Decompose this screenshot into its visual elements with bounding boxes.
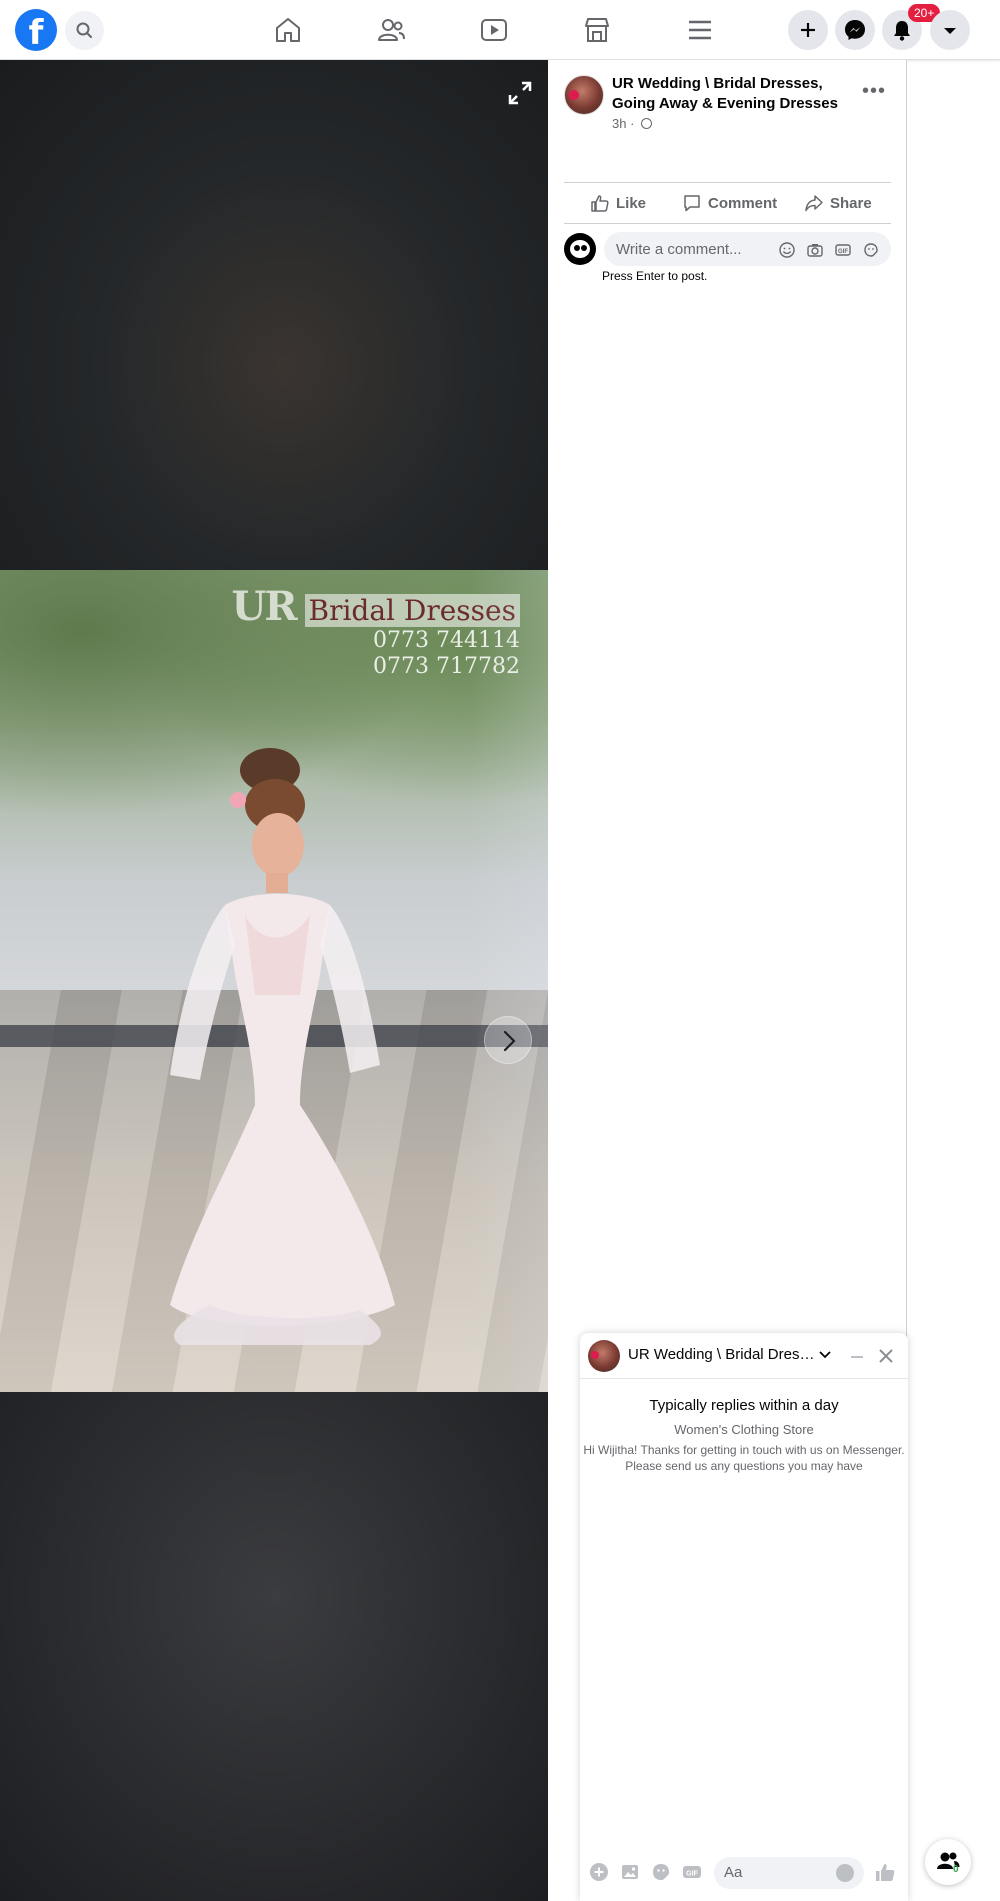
chat-page-category: Women's Clothing Store xyxy=(674,1422,814,1437)
svg-text:GIF: GIF xyxy=(838,249,848,255)
facebook-logo[interactable]: f xyxy=(15,9,57,51)
gif-icon[interactable]: GIF xyxy=(681,1861,703,1883)
messenger-chat-window: UR Wedding \ Bridal Dresses, Going Away … xyxy=(580,1333,908,1901)
globe-icon xyxy=(641,118,653,129)
expand-icon[interactable] xyxy=(504,77,536,109)
blurred-background-bottom xyxy=(0,1392,548,1901)
messenger-button[interactable] xyxy=(835,10,875,50)
divider-top xyxy=(564,182,891,183)
svg-text:GIF: GIF xyxy=(686,1871,698,1878)
post-time[interactable]: 3h xyxy=(612,116,626,131)
contacts-icon xyxy=(937,1852,960,1869)
plus-icon xyxy=(801,23,815,37)
thumbs-up-icon[interactable] xyxy=(874,1861,896,1883)
messenger-icon xyxy=(845,20,865,40)
share-button[interactable]: Share xyxy=(804,186,872,220)
search-button[interactable] xyxy=(65,11,104,50)
new-message-contacts-button[interactable]: 0 xyxy=(925,1839,971,1885)
chat-header[interactable]: UR Wedding \ Bridal Dresses, Going Away … xyxy=(580,1333,908,1379)
like-icon xyxy=(591,195,609,212)
divider-bottom xyxy=(564,223,891,224)
photo-edge-shade xyxy=(468,570,548,1392)
like-label: Like xyxy=(616,194,647,212)
comment-placeholder: Write a comment... xyxy=(616,241,742,258)
avatar-eye-left xyxy=(574,245,580,251)
current-user-avatar[interactable] xyxy=(564,233,596,265)
camera-icon[interactable] xyxy=(806,241,824,259)
post-options-button[interactable]: ••• xyxy=(858,80,890,112)
search-icon xyxy=(76,22,92,38)
create-button[interactable] xyxy=(788,10,828,50)
comment-icon xyxy=(684,195,700,212)
minimize-chat-icon[interactable] xyxy=(845,1344,869,1368)
chevron-down-icon[interactable] xyxy=(817,1346,833,1362)
gif-icon[interactable]: GIF xyxy=(834,241,852,259)
share-icon xyxy=(805,195,823,212)
plus-circle-icon[interactable] xyxy=(588,1861,610,1883)
post-meta-separator: · xyxy=(630,116,635,131)
watch-icon[interactable] xyxy=(478,14,510,46)
watermark-ur: UR xyxy=(231,583,297,630)
menu-icon[interactable] xyxy=(684,14,716,46)
like-button[interactable]: Like xyxy=(590,186,646,220)
facebook-logo-letter: f xyxy=(28,13,44,51)
friends-icon[interactable] xyxy=(375,14,407,46)
page-avatar[interactable] xyxy=(564,75,604,115)
sticker-icon[interactable] xyxy=(650,1861,672,1883)
chat-greeting-message: Hi Wijitha! Thanks for getting in touch … xyxy=(583,1443,905,1473)
press-enter-hint: Press Enter to post. xyxy=(602,269,708,283)
marketplace-icon[interactable] xyxy=(581,14,613,46)
page-name-link[interactable]: UR Wedding \ Bridal Dresses, Going Away … xyxy=(612,74,842,114)
comment-label: Comment xyxy=(708,194,778,212)
photo-attach-icon[interactable] xyxy=(619,1861,641,1883)
chat-reply-time: Typically replies within a day xyxy=(649,1397,839,1414)
caret-down-icon xyxy=(944,28,956,34)
comment-button[interactable]: Comment xyxy=(682,186,777,220)
avatar-face xyxy=(570,240,590,258)
post-meta: 3h · xyxy=(612,116,653,131)
chevron-right-icon xyxy=(503,1030,516,1052)
sticker-icon[interactable] xyxy=(862,241,880,259)
emoji-icon[interactable] xyxy=(778,241,796,259)
comment-input[interactable]: Write a comment... GIF xyxy=(604,232,891,266)
home-icon[interactable] xyxy=(272,14,304,46)
avatar-flower xyxy=(569,90,579,100)
post-photo[interactable]: UR Bridal Dresses 0773 744114 0773 71778… xyxy=(0,570,548,1392)
chat-input-placeholder: Aa xyxy=(724,1864,743,1881)
chat-avatar-flower xyxy=(591,1351,599,1359)
chat-message-input[interactable]: Aa xyxy=(714,1857,864,1889)
bride-in-wedding-dress xyxy=(170,748,395,1345)
account-menu-button[interactable] xyxy=(930,10,970,50)
photo-viewer: UR Bridal Dresses 0773 744114 0773 71778… xyxy=(0,60,548,1901)
close-chat-icon[interactable] xyxy=(874,1344,898,1368)
chat-page-avatar[interactable] xyxy=(588,1340,620,1372)
contacts-online-count: 0 xyxy=(953,1864,959,1875)
next-photo-button[interactable] xyxy=(484,1016,532,1064)
blurred-background-top xyxy=(0,60,548,570)
avatar-eye-right xyxy=(581,245,587,251)
share-label: Share xyxy=(830,194,872,212)
emoji-icon[interactable] xyxy=(836,1864,854,1882)
chat-title[interactable]: UR Wedding \ Bridal Dresses, Going Away … xyxy=(628,1346,818,1363)
top-navigation-bar: f 20+ xyxy=(0,0,1000,60)
